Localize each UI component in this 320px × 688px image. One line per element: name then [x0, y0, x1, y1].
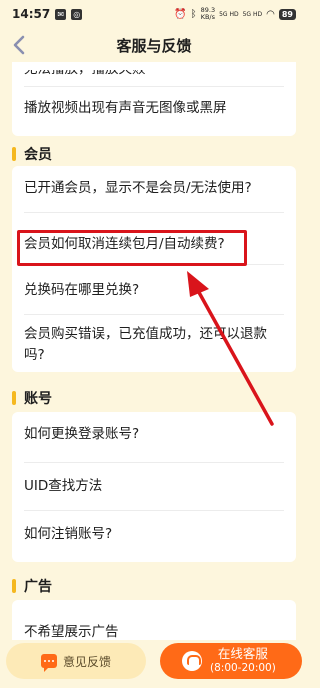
faq-list[interactable]: 无法播放，播放失败 播放视频出现有声音无图像或黑屏 会员 已开通会员，显示不是会… [0, 62, 308, 640]
faq-item[interactable]: 兑换码在哪里兑换? [24, 278, 284, 302]
divider [24, 462, 284, 463]
online-support-button[interactable]: 在线客服 (8:00-20:00) [160, 643, 302, 679]
status-time: 14:57 [12, 7, 51, 21]
divider [24, 314, 284, 315]
app-notification-icon: ◎ [71, 8, 83, 20]
section-title: 账号 [24, 391, 52, 407]
section-marker [12, 579, 16, 593]
section-marker [12, 391, 16, 405]
faq-item[interactable]: 如何注销账号? [24, 522, 284, 546]
feedback-button[interactable]: 意见反馈 [6, 643, 146, 679]
bluetooth-icon: ᛒ [190, 8, 197, 20]
annotation-highlight-box [17, 230, 247, 266]
feedback-label: 意见反馈 [62, 654, 111, 669]
chat-icon [40, 654, 57, 672]
faq-item[interactable]: 已开通会员，显示不是会员/无法使用? [24, 176, 284, 200]
section-header-account: 账号 [12, 388, 52, 408]
faq-card-account: 如何更换登录账号? UID查找方法 如何注销账号? [12, 412, 296, 562]
alarm-icon: ⏰ [174, 8, 187, 20]
section-header-member: 会员 [12, 144, 52, 164]
faq-card-ads: 不希望展示广告 [12, 600, 296, 640]
status-bar: 14:57 ✉ ◎ ⏰ ᛒ 89.3 KB/s 5G HD 5G HD ◠ 89 [0, 0, 308, 28]
faq-item[interactable]: 不希望展示广告 [24, 620, 284, 640]
divider [24, 510, 284, 511]
online-support-text: 在线客服 (8:00-20:00) [210, 646, 276, 675]
faq-card-member: 已开通会员，显示不是会员/无法使用? 会员如何取消连续包月/自动续费? 兑换码在… [12, 166, 296, 372]
faq-item[interactable]: UID查找方法 [24, 474, 284, 498]
wifi-icon: ◠ [266, 8, 275, 20]
bottom-action-bar: 意见反馈 在线客服 (8:00-20:00) [0, 640, 308, 688]
notification-icon: ✉ [55, 8, 67, 20]
battery-indicator: 89 [278, 8, 296, 20]
divider [24, 86, 284, 87]
back-chevron-icon[interactable] [10, 34, 30, 56]
section-header-ads: 广告 [12, 576, 52, 596]
signal-1: 5G HD [219, 10, 239, 18]
section-title: 会员 [24, 147, 52, 163]
faq-item[interactable]: 无法播放，播放失败 [24, 70, 284, 80]
section-marker [12, 147, 16, 161]
signal-2: 5G HD [242, 10, 263, 18]
divider [24, 212, 284, 213]
page-title: 客服与反馈 [116, 36, 192, 55]
network-speed: 89.3 KB/s [200, 6, 216, 21]
faq-item[interactable]: 会员购买错误，已充值成功，还可以退款吗? [24, 324, 284, 368]
faq-card-playback: 无法播放，播放失败 播放视频出现有声音无图像或黑屏 [12, 62, 296, 136]
page-header: 客服与反馈 [0, 28, 308, 62]
section-title: 广告 [24, 579, 52, 595]
faq-item[interactable]: 播放视频出现有声音无图像或黑屏 [24, 96, 284, 120]
headset-icon [182, 651, 202, 671]
faq-item[interactable]: 如何更换登录账号? [24, 422, 284, 446]
